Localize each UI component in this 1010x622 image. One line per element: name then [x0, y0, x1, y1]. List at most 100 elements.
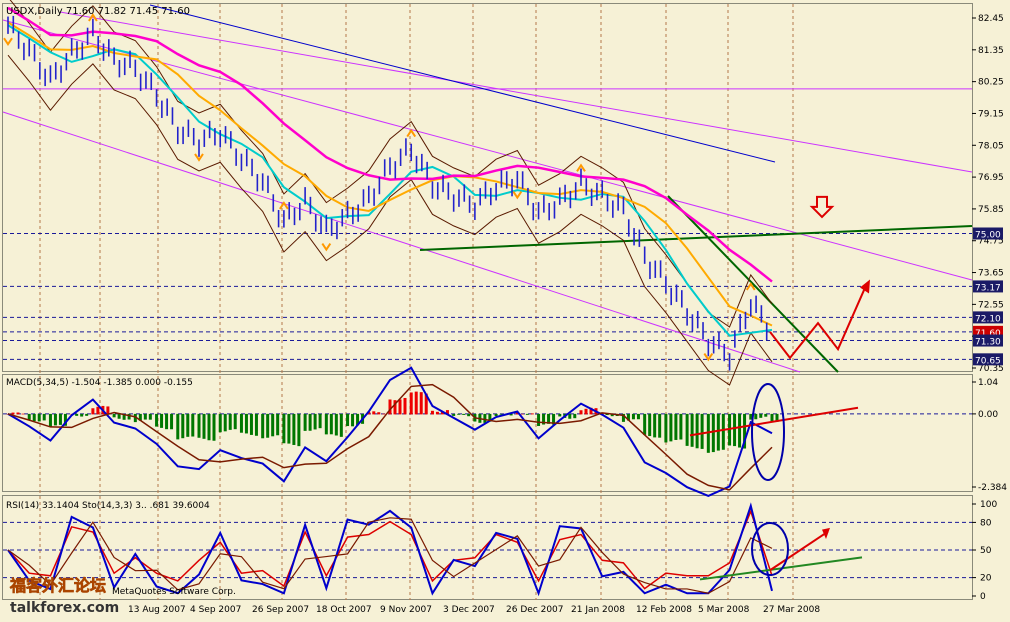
macd-histogram-bar [186, 413, 190, 437]
macd-histogram-bar [754, 413, 758, 420]
macd-histogram-bar [537, 413, 541, 426]
price-tick-label: 79.15 [978, 109, 1004, 119]
macd-histogram-bar [716, 413, 720, 451]
x-tick-label: 26 Sep 2007 [252, 605, 309, 615]
x-tick-label: 9 Nov 2007 [380, 605, 432, 615]
macd-histogram-bar [80, 413, 84, 417]
macd-histogram-bar [207, 413, 211, 441]
macd-histogram-bar [435, 411, 439, 415]
macd-histogram-bar [674, 413, 678, 440]
macd-histogram-bar [75, 413, 79, 416]
macd-histogram-bar [27, 413, 31, 420]
rsi-tick-label: 20 [980, 574, 992, 584]
price-label-text: 72.10 [975, 314, 1001, 324]
macd-histogram-bar [282, 413, 286, 444]
price-header: USDX,Daily 71.60 71.82 71.45 71.60 [6, 6, 190, 17]
macd-histogram-bar [403, 397, 407, 415]
macd-histogram-bar [653, 413, 657, 438]
rsi-tick-label: 80 [980, 518, 992, 528]
macd-histogram-bar [711, 413, 715, 453]
macd-histogram-bar [271, 413, 275, 437]
macd-histogram-bar [530, 413, 534, 415]
price-tick-label: 75.85 [978, 205, 1004, 215]
x-tick-label: 4 Sep 2007 [190, 605, 241, 615]
price-tick-label: 81.35 [978, 46, 1004, 56]
macd-histogram-bar [759, 413, 763, 418]
watermark-en: talkforex.com [10, 600, 119, 616]
macd-histogram-bar [303, 413, 307, 431]
rsi-tick-label: 100 [980, 500, 997, 510]
macd-histogram-bar [91, 408, 95, 415]
macd-histogram-bar [112, 413, 116, 418]
macd-histogram-bar [58, 413, 62, 425]
price-label-text: 73.17 [975, 283, 1001, 293]
macd-histogram-bar [160, 413, 164, 428]
x-tick-label: 18 Oct 2007 [316, 605, 372, 615]
macd-histogram-bar [85, 413, 89, 416]
macd-histogram-bar [176, 413, 180, 440]
x-tick-label: 3 Dec 2007 [443, 605, 495, 615]
price-label-text: 71.30 [975, 338, 1001, 348]
macd-histogram-bar [770, 413, 774, 422]
x-tick-label: 27 Mar 2008 [763, 605, 820, 615]
macd-histogram-bar [329, 413, 333, 435]
macd-histogram-bar [148, 413, 152, 420]
macd-histogram-bar [346, 413, 350, 427]
macd-histogram-bar [738, 413, 742, 448]
macd-histogram-bar [377, 412, 381, 415]
macd-histogram-bar [249, 413, 253, 435]
price-label-text: 75.00 [975, 230, 1001, 240]
macd-histogram-bar [558, 413, 562, 417]
macd-histogram-bar [372, 411, 376, 415]
macd-histogram-bar [452, 413, 456, 416]
macd-histogram-bar [96, 406, 100, 415]
macd-histogram-bar [568, 413, 572, 419]
price-label-text: 70.65 [975, 356, 1001, 366]
macd-histogram-bar [339, 413, 343, 437]
rsi-tick-label: 0 [980, 592, 986, 602]
macd-histogram-bar [212, 413, 216, 441]
macd-histogram-bar [228, 413, 232, 430]
macd-histogram-bar [721, 413, 725, 450]
macd-histogram-bar [643, 413, 647, 435]
macd-histogram-bar [658, 413, 662, 438]
macd-histogram-bar [308, 413, 312, 431]
price-tick-label: 80.25 [978, 78, 1004, 88]
macd-histogram-bar [695, 413, 699, 449]
macd-tick-label: -2.384 [978, 483, 1007, 493]
price-tick-label: 73.65 [978, 269, 1004, 279]
watermark-cn: 福客外汇论坛 [9, 576, 106, 595]
macd-histogram-bar [254, 413, 258, 436]
macd-histogram-bar [419, 392, 423, 415]
macd-histogram-bar [239, 413, 243, 433]
price-tick-label: 72.55 [978, 300, 1004, 310]
time-axis: 13 Aug 2007 4 Sep 2007 26 Sep 2007 18 Oct 2… [128, 605, 820, 615]
macd-histogram-bar [287, 413, 291, 444]
macd-histogram-bar [414, 391, 418, 415]
macd-histogram-bar [261, 413, 265, 439]
rsi-header: RSI(14) 33.1404 Sto(14,3,3) 3.. .681 39.… [6, 501, 210, 511]
macd-histogram-bar [764, 413, 768, 417]
macd-histogram-bar [16, 412, 20, 415]
chart-background [0, 0, 1010, 618]
macd-histogram-bar [467, 413, 471, 417]
macd-histogram-bar [233, 413, 237, 430]
macd-histogram-bar [494, 413, 498, 416]
macd-histogram-bar [700, 413, 704, 449]
macd-histogram-bar [430, 410, 434, 415]
rsi-tick-label: 50 [980, 546, 992, 556]
macd-histogram-bar [631, 413, 635, 420]
macd-histogram-bar [648, 413, 652, 437]
macd-histogram-bar [276, 413, 280, 436]
price-tick-label: 76.95 [978, 173, 1004, 183]
macd-histogram-bar [324, 413, 328, 435]
macd-histogram-bar [191, 413, 195, 437]
macd-histogram-bar [636, 413, 640, 420]
macd-histogram-bar [584, 408, 588, 415]
macd-histogram-bar [462, 413, 466, 415]
macd-histogram-bar [669, 413, 673, 442]
macd-tick-label: 0.00 [978, 410, 998, 420]
macd-histogram-bar [266, 413, 270, 438]
macd-histogram-bar [579, 410, 583, 415]
x-tick-label: 21 Jan 2008 [571, 605, 625, 615]
